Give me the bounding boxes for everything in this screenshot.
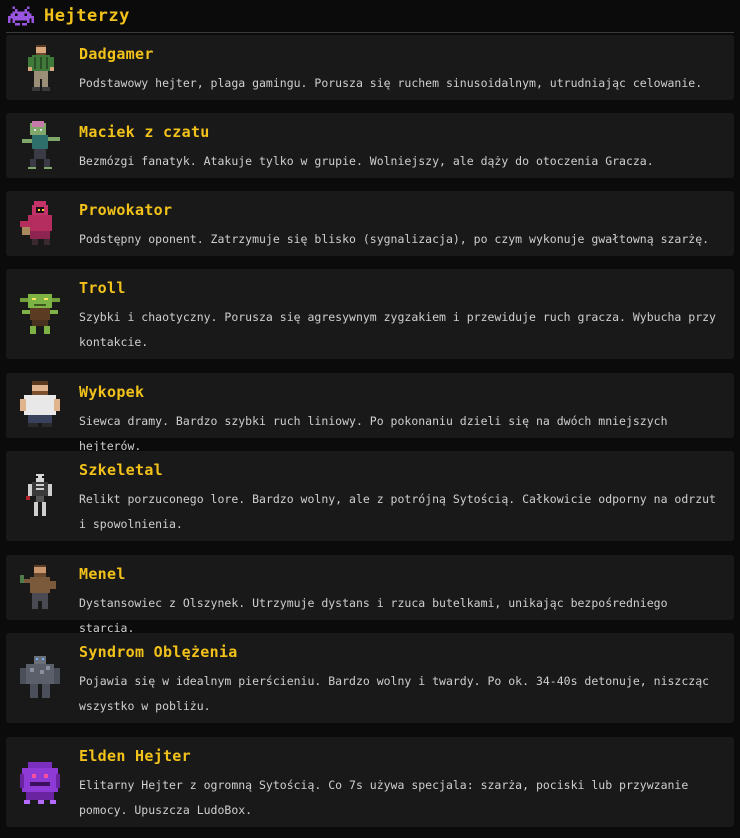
enemy-description: Bezmózgi fanatyk. Atakuje tylko w grupie… [79, 154, 654, 168]
bum-sprite-icon [20, 565, 56, 609]
enemy-description: Szybki i chaotyczny. Porusza się agresyw… [79, 310, 716, 349]
goblin-sprite-icon [20, 294, 60, 334]
fat-man-sprite-icon [20, 381, 60, 427]
enemy-name: Wykopek [79, 383, 145, 401]
enemy-name: Elden Hejter [79, 747, 191, 765]
enemy-description: Relikt porzuconego lore. Bardzo wolny, a… [79, 492, 716, 531]
enemy-name: Dadgamer [79, 45, 154, 63]
purple-beast-sprite-icon [20, 762, 60, 804]
section-header: Hejterzy [6, 0, 734, 33]
enemy-name: Prowokator [79, 201, 173, 219]
enemy-name: Szkeletal [79, 461, 163, 479]
enemy-description: Podstawowy hejter, plaga gamingu. Porusz… [79, 76, 703, 90]
enemy-card-troll: Troll Szybki i chaotyczny. Porusza się a… [6, 269, 734, 359]
enemy-description: Elitarny Hejter z ogromną Sytością. Co 7… [79, 778, 689, 817]
enemy-name: Syndrom Oblężenia [79, 643, 238, 661]
enemy-card-menel: Menel Dystansowiec z Olszynek. Utrzymuje… [6, 555, 734, 635]
enemy-card-elden-hejter: Elden Hejter Elitarny Hejter z ogromną S… [6, 737, 734, 827]
enemy-card-syndrom-oblezenia: Syndrom Oblężenia Pojawia się w idealnym… [6, 633, 734, 723]
enemy-description: Pojawia się w idealnym pierścieniu. Bard… [79, 674, 710, 713]
skeleton-sprite-icon [26, 474, 52, 516]
space-invader-icon [8, 6, 34, 26]
zombie-sprite-icon [22, 121, 60, 169]
enemy-card-wykopek: Wykopek Siewca dramy. Bardzo szybki ruch… [6, 373, 734, 453]
golem-sprite-icon [20, 656, 60, 698]
dadgamer-sprite-icon [28, 45, 54, 91]
section-title: Hejterzy [44, 6, 130, 26]
enemy-card-maciek-z-czatu: Maciek z czatu Bezmózgi fanatyk. Atakuje… [6, 113, 734, 178]
enemy-card-szkeletal: Szkeletal Relikt porzuconego lore. Bardz… [6, 451, 734, 541]
enemy-description: Podstępny oponent. Zatrzymuje się blisko… [79, 232, 710, 246]
hooded-figure-sprite-icon [20, 201, 52, 245]
enemy-card-dadgamer: Dadgamer Podstawowy hejter, plaga gaming… [6, 35, 734, 100]
enemy-card-prowokator: Prowokator Podstępny oponent. Zatrzymuje… [6, 191, 734, 256]
enemy-name: Menel [79, 565, 126, 583]
enemy-name: Maciek z czatu [79, 123, 210, 141]
enemy-name: Troll [79, 279, 126, 297]
